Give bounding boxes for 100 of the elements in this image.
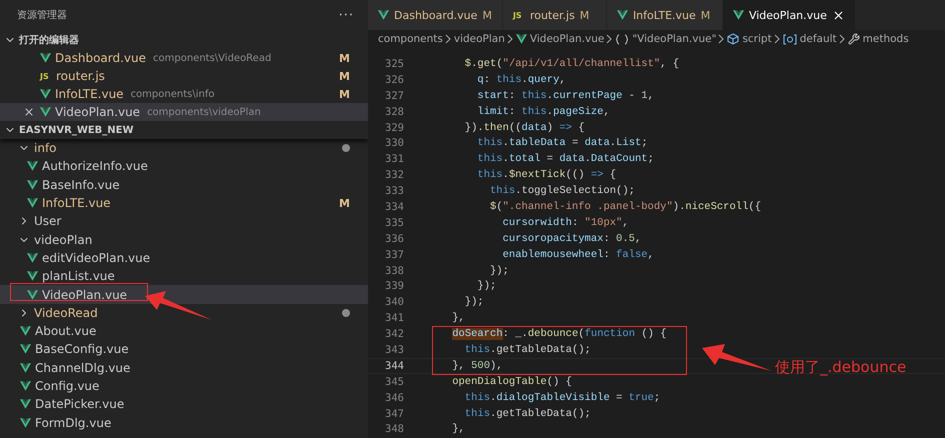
- status-letter: M: [339, 88, 350, 100]
- line-number: 344: [384, 360, 404, 372]
- file-row[interactable]: ChannelDlg.vue: [0, 358, 368, 377]
- file-name: ChannelDlg.vue: [35, 360, 130, 375]
- editor-tab[interactable]: JS router.js M: [502, 0, 607, 30]
- file-row[interactable]: InfoLTE.vue M: [0, 194, 368, 212]
- folder-row[interactable]: User: [0, 212, 368, 230]
- section-title: 打开的编辑器: [19, 34, 79, 46]
- vue-icon: [27, 252, 38, 263]
- vue-icon: [27, 161, 38, 172]
- folder-row[interactable]: info: [0, 139, 368, 158]
- line-number: 342: [384, 328, 404, 340]
- line-number: 346: [384, 392, 404, 404]
- file-row[interactable]: DatePicker.vue: [0, 395, 368, 414]
- folder-name: VideoRead: [34, 306, 98, 320]
- file-name: editVideoPlan.vue: [42, 250, 150, 265]
- open-editor-item[interactable]: Dashboard.vue components\VideoRead M: [0, 49, 368, 67]
- line-number: 327: [384, 90, 404, 102]
- line-number: 330: [384, 137, 404, 150]
- open-editor-item[interactable]: VideoPlan.vue components\videoPlan: [0, 103, 368, 121]
- code-line: $(".channel-info .panel-body").niceScroll({: [489, 200, 761, 213]
- line-number: 337: [384, 248, 404, 261]
- pointer-arrow: [144, 290, 214, 322]
- code-line: $.get("/api/v1/all/channellist", {: [464, 58, 680, 70]
- breadcrumb-item[interactable]: script: [742, 33, 772, 45]
- close-icon[interactable]: [23, 106, 35, 118]
- status-letter: M: [339, 70, 350, 82]
- folder-name: videoPlan: [34, 232, 92, 247]
- explorer-title: 资源管理器: [17, 9, 67, 22]
- chevron-right-icon: [606, 34, 614, 44]
- breadcrumb-item[interactable]: "VideoPlan.vue": [632, 33, 716, 45]
- vue-icon: [732, 10, 744, 20]
- vue-icon: [516, 34, 527, 44]
- file-name: planList.vue: [42, 269, 115, 284]
- variable-icon: [782, 34, 797, 44]
- breadcrumb-item[interactable]: videoPlan: [454, 33, 505, 45]
- code-line: this.getTableData();: [464, 344, 591, 356]
- vue-icon: [40, 53, 51, 63]
- vue-icon: [27, 290, 38, 300]
- more-actions-button[interactable]: ···: [338, 8, 354, 22]
- file-name: FormDlg.vue: [35, 416, 112, 430]
- file-name: AuthorizeInfo.vue: [42, 159, 148, 174]
- braces-icon: [615, 34, 630, 44]
- breadcrumb-item[interactable]: methods: [862, 33, 909, 45]
- code-line: this.total = data.DataCount;: [476, 153, 654, 166]
- file-row[interactable]: VideoPlan.vue: [0, 285, 368, 304]
- line-number: 348: [384, 423, 404, 436]
- breadcrumb-item[interactable]: components: [378, 33, 443, 45]
- code-line: limit: this.pageSize,: [476, 106, 610, 118]
- changes-dot: [342, 308, 350, 317]
- code-line: });: [489, 264, 509, 277]
- vue-icon: [20, 326, 31, 336]
- folder-name: User: [34, 214, 62, 228]
- line-number: 343: [384, 344, 404, 356]
- close-icon[interactable]: [832, 8, 845, 22]
- file-path: components\VideoRead: [153, 52, 272, 64]
- code-line: },: [451, 312, 465, 324]
- code-line: this.$nextTick(() => {: [476, 169, 616, 182]
- line-number: 332: [384, 169, 404, 182]
- file-row[interactable]: About.vue: [0, 322, 368, 340]
- line-number: 328: [384, 106, 404, 118]
- open-editor-item[interactable]: InfoLTE.vue components\info M: [0, 85, 368, 103]
- file-row[interactable]: BaseConfig.vue: [0, 340, 368, 359]
- status-letter: M: [700, 8, 710, 22]
- open-editor-item[interactable]: JS router.js M: [0, 67, 368, 85]
- file-row[interactable]: FormDlg.vue: [0, 413, 368, 432]
- file-path: components\info: [130, 88, 214, 100]
- file-name: About.vue: [35, 324, 96, 338]
- vue-icon: [616, 10, 628, 20]
- folder-row[interactable]: videoPlan: [0, 230, 368, 249]
- editor-tab[interactable]: InfoLTE.vue M: [606, 0, 723, 30]
- editor-tab[interactable]: VideoPlan.vue: [722, 0, 856, 30]
- breadcrumb-item[interactable]: default: [800, 33, 837, 45]
- file-row[interactable]: AuthorizeInfo.vue: [0, 157, 368, 176]
- status-letter: M: [580, 8, 590, 22]
- pointer-arrow: [701, 343, 773, 373]
- file-row[interactable]: editVideoPlan.vue: [0, 248, 368, 268]
- editor-tab[interactable]: Dashboard.vue M: [368, 0, 503, 30]
- file-row[interactable]: Config.vue: [0, 376, 368, 396]
- vue-icon: [378, 10, 389, 20]
- file-name: BaseConfig.vue: [35, 342, 129, 356]
- code-line: start: this.currentPage - 1,: [476, 90, 654, 102]
- vue-icon: [40, 107, 51, 117]
- file-name: DatePicker.vue: [35, 397, 124, 412]
- line-number: 334: [384, 200, 404, 213]
- vue-icon: [20, 399, 31, 410]
- code-line: openDialogTable() {: [451, 376, 572, 388]
- code-line: cursorwidth: "10px",: [502, 216, 629, 229]
- file-path: components\videoPlan: [147, 106, 261, 118]
- vue-icon: [20, 344, 31, 354]
- vue-icon: [20, 381, 31, 391]
- tab-label: router.js: [530, 8, 575, 22]
- line-number: 335: [384, 216, 404, 229]
- vue-icon: [27, 180, 38, 190]
- file-row[interactable]: BaseInfo.vue: [0, 176, 368, 194]
- code-line: doSearch: _.debounce(function () {: [451, 328, 667, 340]
- code-line: this.tableData = data.List;: [476, 137, 648, 150]
- code-line: this.getTableData();: [464, 408, 591, 420]
- file-row[interactable]: planList.vue: [0, 267, 368, 286]
- breadcrumb-item[interactable]: VideoPlan.vue: [530, 33, 604, 45]
